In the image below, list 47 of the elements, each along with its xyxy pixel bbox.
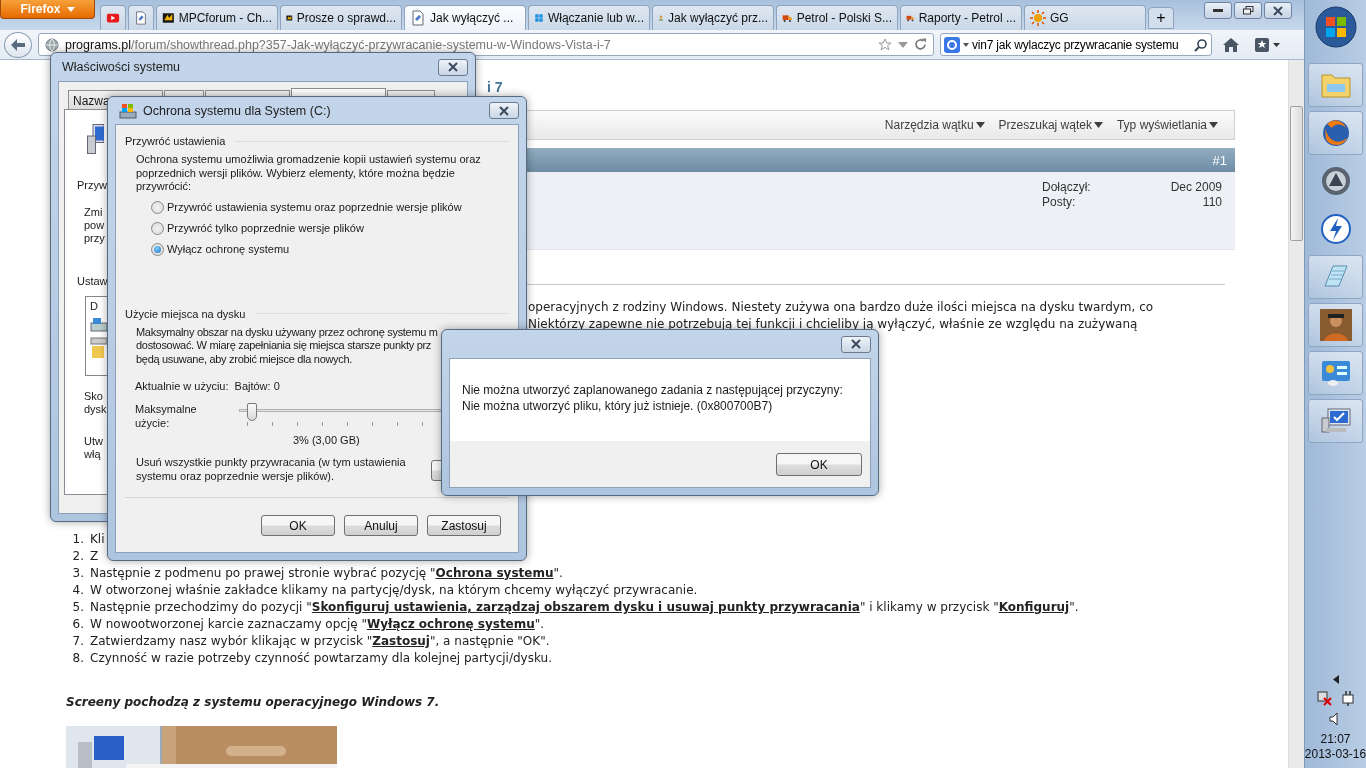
list-item-text: W nowootworzonej karcie zaznaczamy opcję "Wyłącz ochronę systemu".: [90, 616, 545, 633]
list-item-text: Następnie z podmenu po prawej stronie wybrać pozycję "Ochrona systemu".: [90, 565, 563, 582]
list-item-text: Następnie przechodzimy do pozycji "Skonfiguruj ustawienia, zarządzaj obszarem dysku i usuwaj punkty przywracania" i klikamy w przycisk "Konfiguruj".: [90, 599, 1079, 616]
slider-reading: 3% (3,00 GB): [293, 434, 361, 446]
note-text: Screeny pochodzą z systemu operacyjnego Windows 7.: [66, 695, 441, 709]
group-heading: Przywróć ustawienia: [125, 135, 226, 147]
stat-label: Posty:: [1042, 195, 1077, 209]
list-number: 3.: [71, 565, 84, 582]
description-text: Ochrona systemu umożliwia gromadzenie kopii ustawień systemu oraz poprzednich wersji plików. Wybierz elementy, które można będzie przywrócić:: [136, 153, 482, 194]
text-fragment: dysk: [84, 403, 107, 416]
stat-value: 110: [1201, 195, 1222, 209]
list-number: 8.: [71, 650, 84, 667]
list-item-text: Zatwierdzamy nasz wybór klikając w przycisk "Zastosuj", a następnie "OK".: [90, 633, 550, 650]
list-item-text: Kli: [90, 531, 105, 548]
usage-label: Aktualnie w użyciu:: [135, 380, 229, 392]
text-fragment: pow: [84, 219, 105, 232]
list-number: 5.: [71, 599, 84, 616]
list-number: 4.: [71, 582, 84, 599]
heading-fragment: Przyw: [77, 179, 107, 192]
description-text: Maksymalny obszar na dysku używany przez ochronę systemu m dostosować. W miarę zapełniania się miejsca starsze punkty prz będą usuwane, aby zrobić miejsce dla nowych.: [136, 325, 439, 366]
heading-fragment: Ustaw: [77, 275, 108, 288]
list-item-text: Z: [90, 548, 99, 565]
post-text: operacyjnych z rodziny Windows. Niestety zużywa ona bardzo duże ilości miejsca na dysku twardym, co: [528, 299, 1155, 316]
text-fragment: przy: [84, 232, 105, 245]
url-text: programs.pl/forum/showthread.php?357-Jak-wyłączyć-przywracanie-systemu-w-Windows-Vista-i-7: [65, 37, 612, 52]
usage-value: Bajtów: 0: [234, 380, 280, 392]
slider-label: Maksymalne użycie:: [135, 403, 198, 430]
error-message: Nie można utworzyć pliku, który już istnieje. (0x800700B7): [462, 399, 774, 413]
text-fragment: Zmi: [84, 206, 103, 219]
list-number: 2.: [71, 548, 84, 565]
stat-label: Dołączył:: [1042, 180, 1092, 194]
text-fragment: Utw: [84, 435, 103, 448]
list-number: 1.: [71, 531, 84, 548]
column-header: D: [90, 300, 99, 313]
text-fragment: Sko: [84, 390, 103, 403]
description-text: Usuń wszystkie punkty przywracania (w tym ustawienia systemu oraz poprzednie wersje plików).: [136, 456, 407, 483]
text-fragment: włą: [84, 448, 101, 461]
list-item-text: W otworzonej właśnie zakładce klikamy na partycję/dysk, na którym chcemy wyłączyć przywracanie.: [90, 582, 698, 599]
thread-title: i 7: [487, 79, 504, 97]
list-number: 6.: [71, 616, 84, 633]
group-heading: Użycie miejsca na dysku: [125, 307, 246, 320]
list-item-text: Czynność w razie potrzeby czynność powtarzamy dla kolejnej partycji/dysku.: [90, 650, 552, 667]
list-number: 7.: [71, 633, 84, 650]
error-message: Nie można utworzyć zaplanowanego zadania z następującej przyczyny:: [462, 383, 844, 397]
window-title: Ochrona systemu dla System (C:): [143, 103, 332, 118]
window-title: Właściwości systemu: [62, 60, 182, 74]
stat-value: Dec 2009: [1169, 180, 1222, 194]
